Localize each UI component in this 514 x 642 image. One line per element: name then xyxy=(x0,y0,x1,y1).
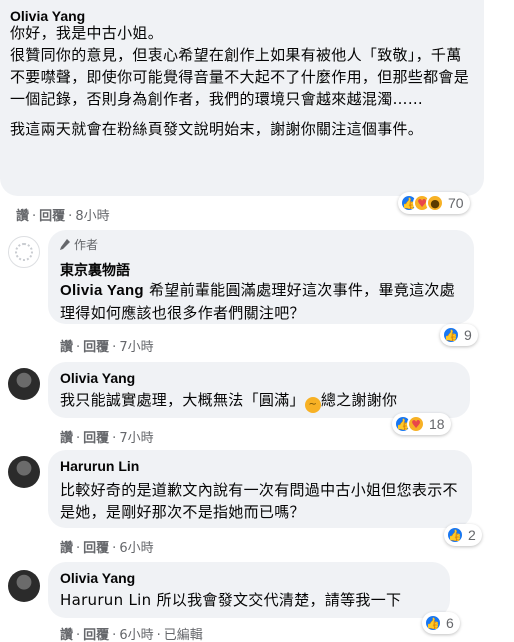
timestamp[interactable]: 6小時 xyxy=(119,541,153,556)
comment-text: 你好，我是中古小姐。 很贊同你的意見，但衷心希望在創作上如果有被他人「致敬」，千… xyxy=(10,22,472,140)
reply-button[interactable]: 回覆 xyxy=(83,431,109,446)
reply-button[interactable]: 回覆 xyxy=(83,541,109,556)
comment-actions: 讚 · 回覆 · 8小時 xyxy=(16,209,110,224)
comment-bubble: Olivia Yang 我只能誠實處理，大概無法「圓滿」 ∼ 總之謝謝你 xyxy=(48,362,470,418)
reaction-summary[interactable]: 👍 6 xyxy=(422,612,460,634)
reaction-count: 70 xyxy=(448,195,464,211)
reaction-count: 18 xyxy=(429,416,445,432)
reaction-count: 9 xyxy=(464,327,472,343)
pen-icon xyxy=(60,238,70,250)
comment-author[interactable]: Harurun Lin xyxy=(60,458,139,474)
mention[interactable]: Harurun Lin xyxy=(60,591,151,609)
comment-bubble: Olivia Yang 你好，我是中古小姐。 很贊同你的意見，但衷心希望在創作上… xyxy=(0,0,484,196)
like-icon: 👍 xyxy=(424,614,442,632)
timestamp[interactable]: 7小時 xyxy=(119,431,153,446)
comment-text: Harurun Lin 所以我會發文交代清楚，請等我一下 xyxy=(60,589,444,611)
reaction-count: 6 xyxy=(446,615,454,631)
comment-actions: 讚 · 回覆 · 7小時 xyxy=(60,340,154,355)
comment-paragraph: 我這兩天就會在粉絲頁發文說明始末，謝謝你關注這個事件。 xyxy=(10,120,424,138)
reaction-summary[interactable]: 👍 2 xyxy=(444,524,482,546)
author-badge: 作者 xyxy=(60,236,98,253)
comment-text: Olivia Yang 希望前輩能圓滿處理好這次事件，畢竟這次處理得如何應該也很… xyxy=(60,279,464,324)
comment-bubble: Harurun Lin 比較好奇的是道歉文內說有一次有問過中古小姐但您表示不是她… xyxy=(48,450,472,528)
author-badge-label: 作者 xyxy=(74,238,99,252)
care-icon: ♥ xyxy=(407,415,425,433)
edited-label[interactable]: 已編輯 xyxy=(164,628,203,642)
comment-author[interactable]: 東京裏物語 xyxy=(60,260,130,280)
like-button[interactable]: 讚 xyxy=(60,541,73,556)
comment-author[interactable]: Olivia Yang xyxy=(60,370,135,386)
reaction-summary[interactable]: 👍 ♥ ● 70 xyxy=(398,192,470,214)
like-button[interactable]: 讚 xyxy=(60,340,73,355)
comment-actions: 讚 · 回覆 · 6小時 xyxy=(60,541,154,556)
mention[interactable]: Olivia Yang xyxy=(60,282,144,299)
comment-text: 比較好奇的是道歉文內說有一次有問過中古小姐但您表示不是她，是剛好那次不是指她而已… xyxy=(60,481,458,521)
like-button[interactable]: 讚 xyxy=(60,628,73,642)
page-logo xyxy=(15,243,33,261)
comment-body: 總之謝謝你 xyxy=(320,391,398,409)
avatar[interactable] xyxy=(8,236,40,268)
timestamp[interactable]: 6小時 xyxy=(119,628,153,642)
comment-actions: 讚 · 回覆 · 6小時 · 已編輯 xyxy=(60,628,203,642)
reaction-count: 2 xyxy=(468,527,476,543)
timestamp[interactable]: 7小時 xyxy=(119,340,153,355)
avatar[interactable] xyxy=(8,368,40,400)
like-icon: 👍 xyxy=(442,326,460,344)
comment-actions: 讚 · 回覆 · 7小時 xyxy=(60,431,154,446)
reaction-summary[interactable]: 👍 ♥ 18 xyxy=(392,413,451,435)
like-button[interactable]: 讚 xyxy=(60,431,73,446)
comment-text: 我只能誠實處理，大概無法「圓滿」 ∼ 總之謝謝你 xyxy=(60,389,464,413)
comment-body: 所以我會發文交代清楚，請等我一下 xyxy=(151,591,402,609)
wow-icon: ● xyxy=(426,194,444,212)
pensive-face-icon: ∼ xyxy=(304,397,321,413)
reply-button[interactable]: 回覆 xyxy=(83,340,109,355)
avatar[interactable] xyxy=(8,456,40,488)
reply-button[interactable]: 回覆 xyxy=(39,209,65,224)
avatar[interactable] xyxy=(8,570,40,602)
comment-author[interactable]: Olivia Yang xyxy=(60,570,135,586)
comment-bubble: Olivia Yang Harurun Lin 所以我會發文交代清楚，請等我一下 xyxy=(48,562,450,618)
like-icon: 👍 xyxy=(446,526,464,544)
comment-paragraph: 很贊同你的意見，但衷心希望在創作上如果有被他人「致敬」，千萬不要噤聲，即使你可能… xyxy=(10,46,470,108)
like-button[interactable]: 讚 xyxy=(16,209,29,224)
reaction-summary[interactable]: 👍 9 xyxy=(440,324,478,346)
comment-bubble: 作者 東京裏物語 Olivia Yang 希望前輩能圓滿處理好這次事件，畢竟這次… xyxy=(48,230,474,324)
reply-button[interactable]: 回覆 xyxy=(83,628,109,642)
timestamp[interactable]: 8小時 xyxy=(75,209,109,224)
comment-body: 我只能誠實處理，大概無法「圓滿」 xyxy=(60,391,305,409)
comment-paragraph: 你好，我是中古小姐。 xyxy=(10,24,164,42)
